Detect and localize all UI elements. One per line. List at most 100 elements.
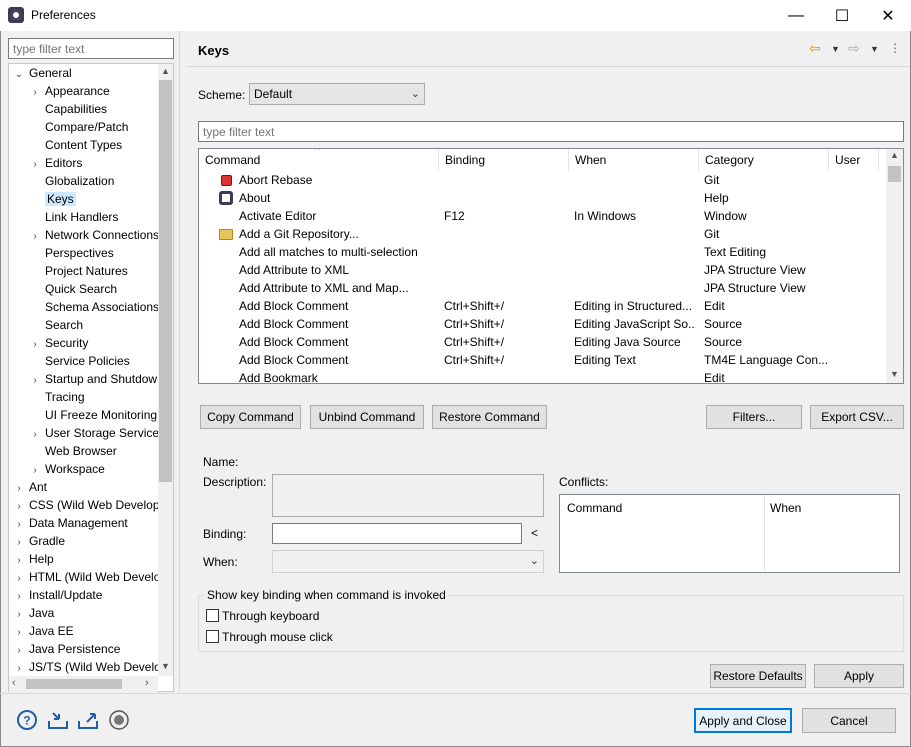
- tree-item[interactable]: Search: [29, 316, 83, 334]
- tree-item[interactable]: UI Freeze Monitoring: [29, 406, 157, 424]
- tree-item[interactable]: › Java EE: [13, 622, 73, 640]
- tree-item[interactable]: Link Handlers: [29, 208, 118, 226]
- table-row[interactable]: Abort Rebase Git: [199, 171, 887, 189]
- import-icon[interactable]: [47, 709, 69, 731]
- cell-when: [574, 171, 696, 189]
- conflicts-column-command[interactable]: Command: [567, 501, 622, 515]
- forward-menu-chevron-icon[interactable]: ▼: [870, 44, 879, 54]
- table-scroll-down-icon[interactable]: ▼: [890, 369, 899, 379]
- binding-field[interactable]: [272, 523, 522, 544]
- through-mouse-label[interactable]: Through mouse click: [222, 630, 333, 644]
- tree-item[interactable]: › Install/Update: [13, 586, 102, 604]
- help-icon[interactable]: ?: [16, 709, 38, 731]
- cell-category: Source: [704, 317, 743, 331]
- apply-and-close-button[interactable]: Apply and Close: [694, 708, 792, 733]
- tree-item[interactable]: › Java Persistence: [13, 640, 120, 658]
- minimize-button[interactable]: —: [773, 0, 819, 31]
- tree-item[interactable]: Quick Search: [29, 280, 117, 298]
- tree-horizontal-scroll-thumb[interactable]: [26, 679, 122, 689]
- tree-item[interactable]: › Data Management: [13, 514, 127, 532]
- tree-item[interactable]: › Workspace: [29, 460, 104, 478]
- tree-item[interactable]: › Gradle: [13, 532, 65, 550]
- scroll-right-icon[interactable]: ›: [145, 677, 149, 689]
- scroll-up-icon[interactable]: ▲: [161, 66, 170, 76]
- tree-item[interactable]: › CSS (Wild Web Developer): [13, 496, 173, 514]
- keys-filter-input[interactable]: [198, 121, 904, 142]
- tree-item[interactable]: › Security: [29, 334, 88, 352]
- unbind-command-button[interactable]: Unbind Command: [310, 405, 424, 429]
- tree-item[interactable]: › HTML (Wild Web Developer): [13, 568, 173, 586]
- tree-item[interactable]: Web Browser: [29, 442, 117, 460]
- tree-vertical-scroll-thumb[interactable]: [159, 80, 172, 482]
- tree-item[interactable]: › Help: [13, 550, 53, 568]
- tree-item[interactable]: Keys: [29, 190, 76, 208]
- apply-button[interactable]: Apply: [814, 664, 904, 688]
- export-icon[interactable]: [77, 709, 99, 731]
- tree-item[interactable]: Schema Associations: [29, 298, 159, 316]
- tree-item[interactable]: › JS/TS (Wild Web Developer): [13, 658, 173, 676]
- cell-command: About: [239, 191, 271, 205]
- restore-command-button[interactable]: Restore Command: [432, 405, 547, 429]
- through-mouse-checkbox[interactable]: [206, 630, 219, 643]
- scheme-select[interactable]: Default ⌄: [249, 83, 425, 105]
- through-keyboard-checkbox[interactable]: [206, 609, 219, 622]
- maximize-button[interactable]: ☐: [819, 0, 865, 31]
- tree-item[interactable]: ⌄ General: [13, 64, 72, 82]
- pane-splitter[interactable]: [179, 31, 180, 692]
- tree-item[interactable]: Project Natures: [29, 262, 128, 280]
- description-field[interactable]: [272, 474, 544, 517]
- view-menu-icon[interactable]: ⋮: [889, 41, 901, 55]
- tree-item[interactable]: Compare/Patch: [29, 118, 128, 136]
- table-row[interactable]: Add Attribute to XML JPA Structure View: [199, 261, 887, 279]
- column-header-binding[interactable]: Binding: [439, 149, 569, 171]
- tree-item[interactable]: Service Policies: [29, 352, 130, 370]
- close-button[interactable]: ✕: [865, 0, 911, 31]
- preference-filter-input[interactable]: [8, 38, 174, 59]
- binding-menu-icon[interactable]: <: [531, 526, 538, 540]
- table-scroll-up-icon[interactable]: ▲: [890, 150, 899, 160]
- table-row[interactable]: Add Block Comment Ctrl+Shift+/ Editing Jav…: [199, 333, 887, 351]
- table-row[interactable]: Add Block Comment Ctrl+Shift+/ Editing Tex…: [199, 351, 887, 369]
- forward-arrow-icon[interactable]: ⇨: [848, 40, 860, 57]
- through-keyboard-label[interactable]: Through keyboard: [222, 609, 319, 623]
- tree-item[interactable]: Tracing: [29, 388, 85, 406]
- tree-item[interactable]: › Network Connections: [29, 226, 159, 244]
- column-header-when[interactable]: When: [569, 149, 699, 171]
- scroll-down-icon[interactable]: ▼: [161, 661, 170, 671]
- table-row[interactable]: Add Bookmark Edit: [199, 369, 887, 383]
- table-row[interactable]: Add Attribute to XML and Map... JPA Struc…: [199, 279, 887, 297]
- record-icon[interactable]: [108, 709, 130, 731]
- restore-defaults-button[interactable]: Restore Defaults: [710, 664, 806, 688]
- tree-item[interactable]: Globalization: [29, 172, 114, 190]
- conflicts-column-when[interactable]: When: [770, 501, 801, 515]
- scroll-left-icon[interactable]: ‹: [12, 677, 16, 689]
- tree-item[interactable]: › Ant: [13, 478, 47, 496]
- tree-item[interactable]: Capabilities: [29, 100, 107, 118]
- export-csv-button[interactable]: Export CSV...: [810, 405, 904, 429]
- tree-item[interactable]: › Java: [13, 604, 54, 622]
- tree-item[interactable]: › Appearance: [29, 82, 109, 100]
- column-header-category[interactable]: Category: [699, 149, 829, 171]
- table-row[interactable]: About Help: [199, 189, 887, 207]
- table-scroll-thumb[interactable]: [888, 166, 901, 182]
- tree-item-label: Service Policies: [45, 354, 130, 368]
- chevron-down-icon[interactable]: ⌄: [13, 66, 25, 84]
- tree-item[interactable]: Content Types: [29, 136, 122, 154]
- back-arrow-icon[interactable]: ⇦: [809, 40, 821, 57]
- column-header-user[interactable]: User: [829, 149, 879, 171]
- tree-item[interactable]: › Startup and Shutdown: [29, 370, 163, 388]
- table-row[interactable]: Add all matches to multi-selection Text E…: [199, 243, 887, 261]
- copy-command-button[interactable]: Copy Command: [200, 405, 301, 429]
- table-row[interactable]: Add Block Comment Ctrl+Shift+/ Editing in …: [199, 297, 887, 315]
- table-row[interactable]: Add a Git Repository... Git: [199, 225, 887, 243]
- filters-button[interactable]: Filters...: [706, 405, 802, 429]
- table-vertical-scrollbar[interactable]: [886, 149, 903, 383]
- cancel-button[interactable]: Cancel: [802, 708, 896, 733]
- tree-item[interactable]: › User Storage Service: [29, 424, 159, 442]
- table-row[interactable]: Activate Editor F12 In Windows Window: [199, 207, 887, 225]
- when-select[interactable]: ⌄: [272, 550, 544, 573]
- tree-item[interactable]: › Editors: [29, 154, 82, 172]
- tree-item[interactable]: Perspectives: [29, 244, 114, 262]
- back-menu-chevron-icon[interactable]: ▼: [831, 44, 840, 54]
- table-row[interactable]: Add Block Comment Ctrl+Shift+/ Editing Jav…: [199, 315, 887, 333]
